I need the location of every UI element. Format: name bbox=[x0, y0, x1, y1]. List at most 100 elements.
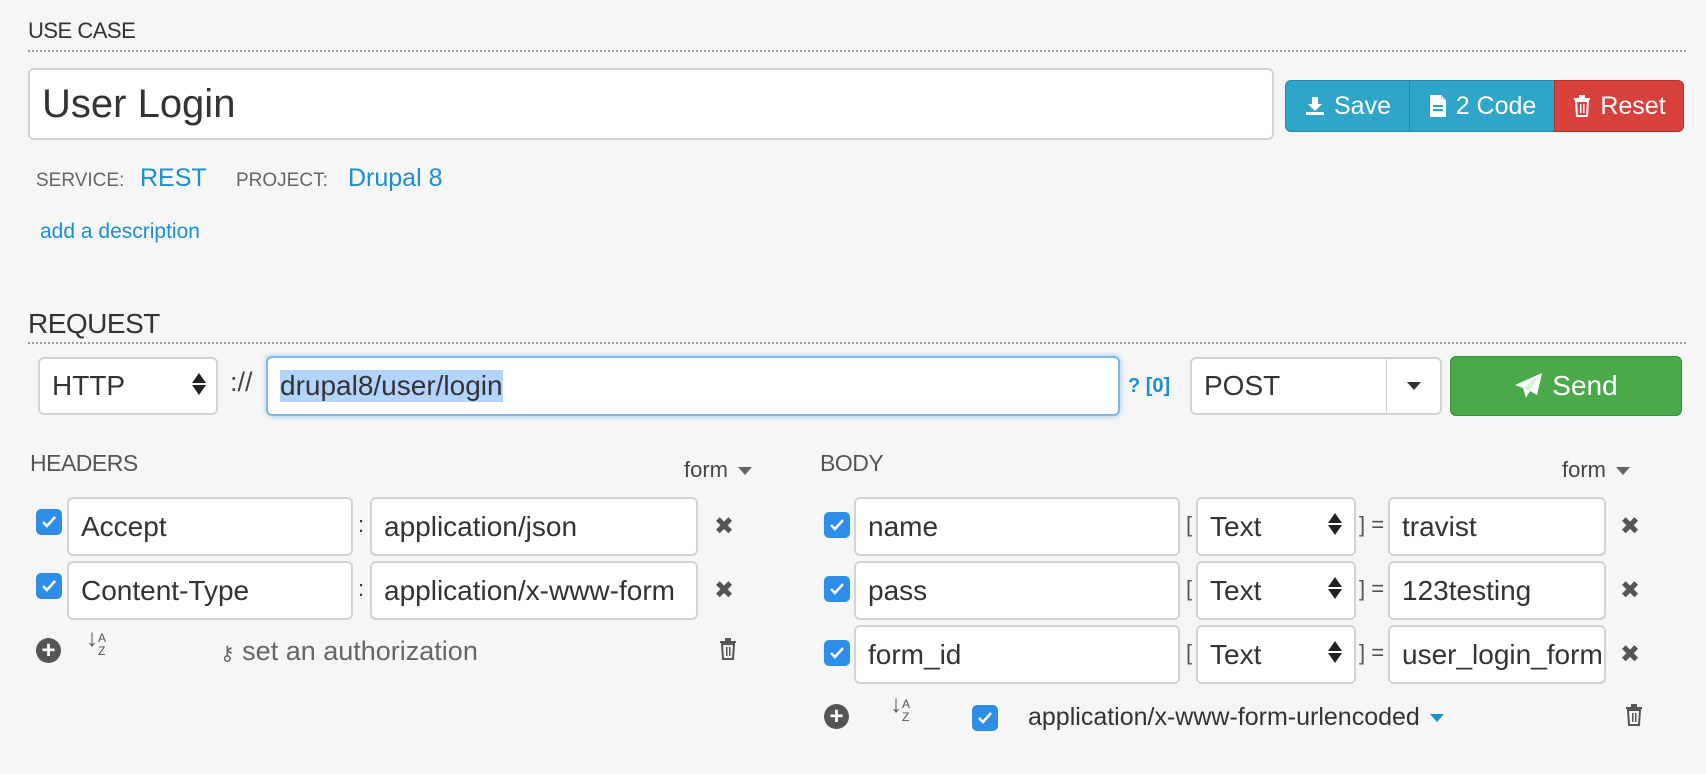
body-row-3-type: Text bbox=[1210, 638, 1262, 670]
send-button-label: Send bbox=[1552, 370, 1618, 401]
document-icon bbox=[1429, 95, 1446, 117]
protocol-separator: :// bbox=[230, 367, 253, 397]
send-button[interactable]: Send bbox=[1450, 356, 1682, 416]
headers-mode-dropdown[interactable]: form bbox=[684, 457, 752, 483]
body-title: BODY bbox=[820, 450, 884, 476]
query-params-link[interactable]: ? [0] bbox=[1128, 375, 1170, 398]
body-row-2-checkbox[interactable] bbox=[824, 576, 850, 602]
protocol-select[interactable]: HTTP bbox=[38, 357, 218, 415]
headers-mode-label: form bbox=[684, 457, 728, 482]
project-link[interactable]: Drupal 8 bbox=[348, 164, 443, 193]
code-button[interactable]: 2 Code bbox=[1409, 80, 1555, 132]
sort-alpha-icon[interactable]: ↓ A Z bbox=[890, 693, 910, 724]
paper-plane-icon bbox=[1515, 373, 1543, 398]
key-value-colon: : bbox=[358, 512, 365, 537]
use-case-name-value: User Login bbox=[42, 81, 236, 126]
bracket-close-equals: ] = bbox=[1359, 512, 1385, 537]
trash-icon[interactable] bbox=[1624, 704, 1644, 731]
select-arrows-icon bbox=[1328, 577, 1342, 599]
use-case-title: USE CASE bbox=[28, 18, 136, 43]
method-select[interactable]: POST bbox=[1190, 357, 1442, 415]
body-row-3-checkbox[interactable] bbox=[824, 640, 850, 666]
checkmark-icon bbox=[42, 580, 56, 592]
method-value: POST bbox=[1204, 370, 1281, 401]
checkmark-icon bbox=[42, 516, 56, 528]
close-icon[interactable]: ✖ bbox=[714, 576, 734, 605]
key-value-colon: : bbox=[358, 576, 365, 601]
service-label: SERVICE: bbox=[36, 170, 125, 191]
set-authorization-label: set an authorization bbox=[242, 636, 478, 666]
close-icon[interactable]: ✖ bbox=[1620, 640, 1640, 669]
bracket-open: [ bbox=[1186, 512, 1193, 537]
body-row-1-checkbox[interactable] bbox=[824, 512, 850, 538]
body-row-2-type: Text bbox=[1210, 574, 1262, 606]
body-row-1-key-value: name bbox=[868, 510, 939, 542]
url-input[interactable]: drupal8/user/login bbox=[266, 356, 1120, 416]
body-row-2-type-select[interactable]: Text bbox=[1196, 561, 1356, 620]
bracket-close-equals: ] = bbox=[1359, 576, 1385, 601]
content-type-checkbox[interactable] bbox=[972, 705, 998, 731]
caret-down-icon bbox=[1616, 467, 1630, 476]
bracket-open: [ bbox=[1186, 576, 1193, 601]
method-dropdown-toggle[interactable] bbox=[1386, 359, 1440, 413]
reset-button[interactable]: Reset bbox=[1554, 80, 1684, 132]
caret-down-icon bbox=[1406, 382, 1421, 390]
download-icon bbox=[1306, 97, 1324, 115]
content-type-label: application/x-www-form-urlencoded bbox=[1028, 703, 1420, 731]
select-arrows-icon bbox=[1328, 513, 1342, 535]
trash-icon bbox=[1574, 95, 1591, 117]
bracket-open: [ bbox=[1186, 640, 1193, 665]
body-row-2-value-text: 123testing bbox=[1402, 574, 1532, 606]
header-row-1-value-text: application/json bbox=[384, 510, 578, 542]
save-button[interactable]: Save bbox=[1285, 80, 1410, 132]
sort-alpha-icon[interactable]: ↓ A Z bbox=[86, 627, 106, 658]
header-row-2-value-text: application/x-www-form bbox=[384, 574, 675, 606]
key-icon: ⚷ bbox=[220, 643, 235, 665]
body-row-1-type: Text bbox=[1210, 510, 1262, 542]
checkmark-icon bbox=[830, 583, 844, 595]
add-body-param-icon[interactable]: + bbox=[824, 704, 849, 729]
checkmark-icon bbox=[830, 647, 844, 659]
header-row-1-key-value: Accept bbox=[81, 510, 167, 542]
trash-icon[interactable] bbox=[718, 638, 738, 665]
header-row-2-value[interactable]: application/x-www-form bbox=[370, 561, 698, 620]
header-row-1-checkbox[interactable] bbox=[36, 509, 62, 535]
header-row-1-key[interactable]: Accept bbox=[67, 497, 353, 556]
body-mode-dropdown[interactable]: form bbox=[1562, 457, 1630, 483]
request-title: REQUEST bbox=[28, 308, 160, 339]
add-description-link[interactable]: add a description bbox=[40, 220, 200, 244]
save-button-label: Save bbox=[1334, 91, 1391, 120]
request-divider bbox=[28, 342, 1686, 344]
body-row-3-value[interactable]: user_login_form bbox=[1388, 625, 1606, 684]
body-row-2-value[interactable]: 123testing bbox=[1388, 561, 1606, 620]
body-row-3-key-value: form_id bbox=[868, 638, 962, 670]
content-type-dropdown[interactable]: application/x-www-form-urlencoded bbox=[1028, 703, 1444, 732]
close-icon[interactable]: ✖ bbox=[1620, 512, 1640, 541]
url-value: drupal8/user/login bbox=[280, 370, 503, 402]
body-row-3-key[interactable]: form_id bbox=[854, 625, 1180, 684]
add-header-icon[interactable]: + bbox=[36, 638, 61, 663]
header-row-2-key[interactable]: Content-Type bbox=[67, 561, 353, 620]
header-row-2-key-value: Content-Type bbox=[81, 574, 250, 606]
select-arrows-icon bbox=[1328, 641, 1342, 663]
body-row-1-type-select[interactable]: Text bbox=[1196, 497, 1356, 556]
bracket-close-equals: ] = bbox=[1359, 640, 1385, 665]
header-row-1-value[interactable]: application/json bbox=[370, 497, 698, 556]
set-authorization-link[interactable]: ⚷ set an authorization bbox=[220, 636, 478, 667]
body-row-2-key[interactable]: pass bbox=[854, 561, 1180, 620]
use-case-name-input[interactable]: User Login bbox=[28, 68, 1274, 140]
use-case-divider bbox=[28, 50, 1686, 52]
service-link[interactable]: REST bbox=[140, 164, 207, 193]
close-icon[interactable]: ✖ bbox=[1620, 576, 1640, 605]
body-row-3-type-select[interactable]: Text bbox=[1196, 625, 1356, 684]
project-label: PROJECT: bbox=[236, 170, 328, 191]
body-row-1-key[interactable]: name bbox=[854, 497, 1180, 556]
body-row-1-value[interactable]: travist bbox=[1388, 497, 1606, 556]
caret-down-icon bbox=[738, 467, 752, 476]
caret-down-icon bbox=[1429, 714, 1444, 723]
code-button-label: 2 Code bbox=[1455, 91, 1537, 120]
checkmark-icon bbox=[978, 712, 992, 724]
close-icon[interactable]: ✖ bbox=[714, 512, 734, 541]
header-row-2-checkbox[interactable] bbox=[36, 573, 62, 599]
checkmark-icon bbox=[830, 519, 844, 531]
